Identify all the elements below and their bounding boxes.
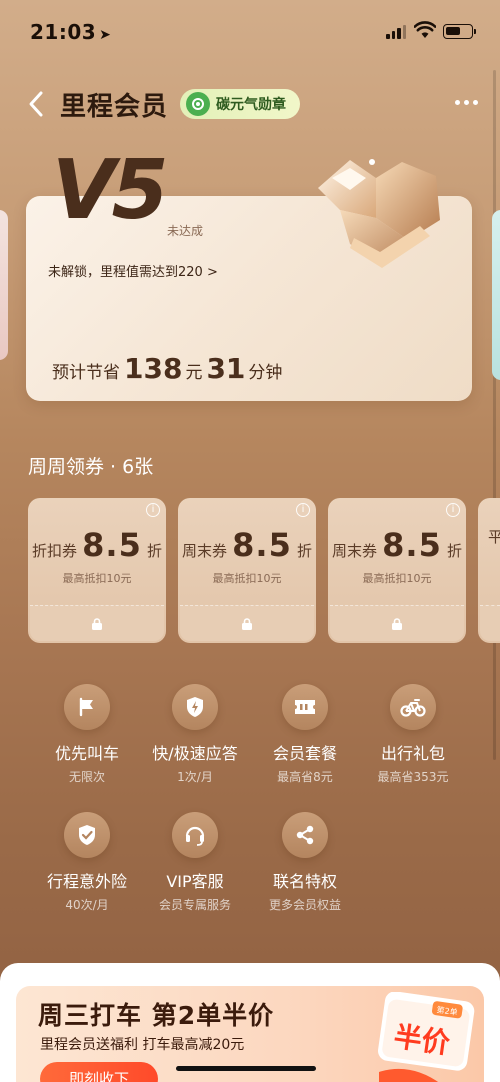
- coupon-name: 周末券: [332, 542, 378, 560]
- coupon-name: 平: [488, 528, 500, 546]
- coupon-limit: 最高抵扣10元: [62, 572, 132, 585]
- savings-label: 预计节省: [52, 363, 120, 383]
- carbon-badge-label: 碳元气勋章: [216, 97, 286, 113]
- half-price-coupon-icon: 第2单 半价: [378, 992, 475, 1082]
- coupon-name: 周末券: [182, 542, 228, 560]
- coupon-top: i 周末券 8.5 折 最高抵扣10元: [328, 498, 466, 603]
- benefit-name: 联名特权: [272, 872, 337, 891]
- benefit-sub: 1次/月: [177, 770, 213, 784]
- headset-icon: [172, 812, 218, 858]
- unlock-requirement-link[interactable]: 未解锁，里程值需达到220 >: [48, 261, 218, 280]
- lock-icon: [242, 617, 252, 630]
- savings-amount: 138: [124, 352, 183, 385]
- coupon-lock-area: [180, 605, 314, 641]
- benefit-name: 行程意外险: [46, 872, 127, 891]
- benefit-trip-insurance[interactable]: 行程意外险 40次/月: [32, 812, 142, 913]
- info-icon[interactable]: i: [296, 503, 310, 517]
- flag-icon: [64, 684, 110, 730]
- coupon-card[interactable]: i 周末券 8.5 折 最高抵扣10元: [178, 498, 316, 643]
- coupon-card[interactable]: i 折扣券 8.5 折 最高抵扣10元: [28, 498, 166, 643]
- savings-amount-unit: 元: [185, 363, 203, 383]
- home-indicator[interactable]: [176, 1066, 316, 1071]
- wifi-icon: [414, 21, 436, 38]
- coupon-card[interactable]: i 周末券 8.5 折 最高抵扣10元: [328, 498, 466, 643]
- coupon-lock-area: [30, 605, 164, 641]
- location-arrow-icon: ➤: [99, 27, 112, 43]
- coupon-value: 周末券 8.5 折: [178, 526, 316, 564]
- benefit-name: 优先叫车: [54, 744, 119, 763]
- promo-title: 周三打车 第2单半价: [38, 1001, 275, 1030]
- benefit-sub: 会员专属服务: [158, 898, 231, 912]
- coupon-top: i 周末券 8.5 折 最高抵扣10元: [178, 498, 316, 603]
- coupon-name: 折扣券: [32, 542, 78, 560]
- status-bar: 21:03 ➤: [0, 0, 500, 62]
- coupon-top: i 折扣券 8.5 折 最高抵扣10元: [28, 498, 166, 603]
- savings-time-unit: 分钟: [248, 363, 283, 383]
- info-icon[interactable]: i: [446, 503, 460, 517]
- shield-check-icon: [64, 812, 110, 858]
- header: 里程会员 碳元气勋章: [0, 80, 500, 128]
- ticket-icon: [282, 684, 328, 730]
- carbon-medal-badge[interactable]: 碳元气勋章: [180, 89, 300, 119]
- info-icon[interactable]: i: [146, 503, 160, 517]
- coupon-section-title: 周周领券 · 6张: [28, 456, 154, 478]
- leaf-icon: [186, 92, 210, 116]
- coupon-card-partial[interactable]: 平: [478, 498, 500, 643]
- benefit-sub: 40次/月: [65, 898, 109, 912]
- benefit-member-package[interactable]: 会员套餐 最高省8元: [250, 684, 360, 785]
- share-icon: [282, 812, 328, 858]
- v5-badge-icon: [318, 159, 440, 268]
- lock-icon: [392, 617, 402, 630]
- page-title: 里程会员: [60, 92, 169, 122]
- more-horizontal-icon[interactable]: [455, 100, 478, 105]
- coupon-rate: 8.5: [82, 526, 142, 564]
- lock-icon: [92, 617, 102, 630]
- battery-icon: [443, 24, 476, 39]
- shield-bolt-icon: [172, 684, 218, 730]
- coupon-unit: 折: [296, 542, 312, 560]
- scrollbar[interactable]: [493, 70, 496, 760]
- benefit-sub: 最高省8元: [277, 770, 333, 784]
- coupon-limit: 最高抵扣10元: [362, 572, 432, 585]
- benefit-fast-response[interactable]: 快/极速应答 1次/月: [140, 684, 250, 785]
- coupon-rate: 8.5: [232, 526, 292, 564]
- level-status: 未达成: [167, 224, 204, 238]
- benefit-sub: 更多会员权益: [268, 898, 341, 912]
- coupon-value: 平: [478, 526, 500, 547]
- benefit-sub: 无限次: [68, 770, 105, 784]
- benefit-vip-service[interactable]: VIP客服 会员专属服务: [140, 812, 250, 913]
- coupon-unit: 折: [446, 542, 462, 560]
- coupon-value: 折扣券 8.5 折: [28, 526, 166, 564]
- previous-level-card[interactable]: [0, 210, 8, 360]
- coupon-value: 周末券 8.5 折: [328, 526, 466, 564]
- status-time: 21:03 ➤: [30, 20, 112, 44]
- coupon-lock-area: [330, 605, 464, 641]
- benefit-priority-call[interactable]: 优先叫车 无限次: [32, 684, 142, 785]
- benefit-name: 快/极速应答: [152, 744, 238, 763]
- estimated-savings: 预计节省 138 元 31 分钟: [52, 352, 282, 385]
- level-label: V5: [52, 143, 169, 238]
- coupon-lock-area: [480, 605, 500, 641]
- bike-icon: [390, 684, 436, 730]
- benefit-co-brand[interactable]: 联名特权 更多会员权益: [250, 812, 360, 913]
- chevron-left-icon[interactable]: [26, 90, 46, 118]
- promo-subtitle: 里程会员送福利 打车最高减20元: [40, 1037, 245, 1053]
- claim-button[interactable]: 即刻收下: [40, 1062, 158, 1082]
- coupon-limit: 最高抵扣10元: [212, 572, 282, 585]
- cellular-signal-icon: [386, 25, 406, 39]
- savings-time: 31: [206, 352, 246, 385]
- benefit-name: 出行礼包: [380, 744, 445, 763]
- coupon-rate: 8.5: [382, 526, 442, 564]
- benefit-travel-gift[interactable]: 出行礼包 最高省353元: [358, 684, 468, 785]
- benefit-name: 会员套餐: [272, 744, 337, 763]
- next-level-card[interactable]: [492, 210, 500, 380]
- coupon-unit: 折: [146, 542, 162, 560]
- benefit-name: VIP客服: [166, 872, 224, 891]
- benefit-sub: 最高省353元: [377, 770, 449, 784]
